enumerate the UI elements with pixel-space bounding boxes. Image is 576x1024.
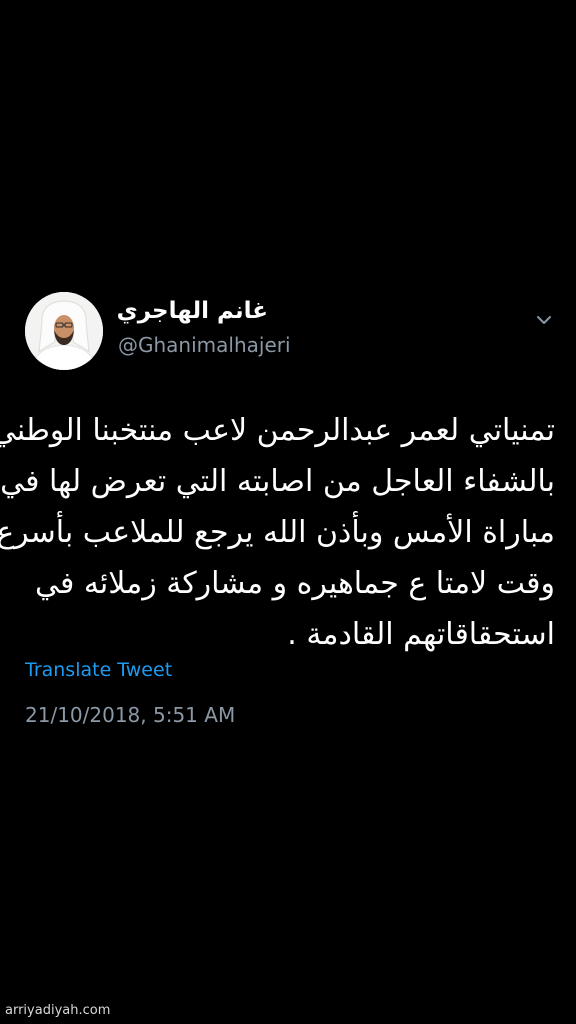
tweet-card: غانم الهاجري @Ghanimalhajeri تمنياتي لعم… [0, 0, 576, 1024]
chevron-down-icon[interactable] [534, 310, 554, 330]
tweet-text-line: وقت لامتا ع جماهيره و مشاركة زملائه في [34, 566, 555, 601]
translate-tweet-link[interactable]: Translate Tweet [25, 658, 172, 682]
tweet-text-line: تمنياتي لعمر عبدالرحمن لاعب منتخبنا الوط… [0, 413, 555, 448]
tweet-text-line: مباراة الأمس وبأذن الله يرجع للملاعب بأس… [0, 515, 555, 550]
author-display-name[interactable]: غانم الهاجري [117, 296, 268, 326]
tweet-timestamp[interactable]: 21/10/2018, 5:51 AM [25, 702, 235, 728]
tweet-text-line: استحقاقاتهم القادمة . [287, 617, 555, 652]
avatar[interactable] [25, 292, 103, 370]
author-handle[interactable]: @Ghanimalhajeri [118, 332, 291, 358]
tweet-text-line: بالشفاء العاجل من اصابته التي تعرض لها ف… [0, 464, 555, 499]
tweet-text: تمنياتي لعمر عبدالرحمن لاعب منتخبنا الوط… [0, 405, 555, 660]
avatar-image [25, 292, 103, 370]
watermark: arriyadiyah.com [5, 1003, 111, 1018]
